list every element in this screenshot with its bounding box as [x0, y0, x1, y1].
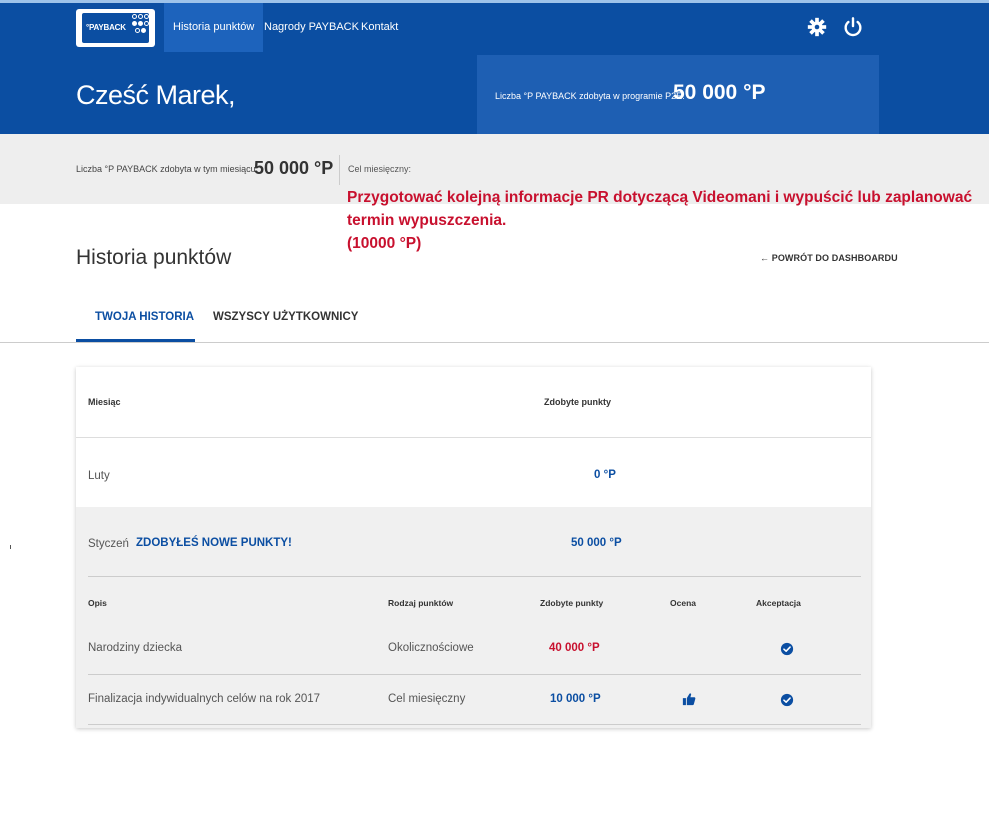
sub-row-divider: [88, 674, 861, 675]
sub-row-desc: Finalizacja indywidualnych celów na rok …: [88, 693, 321, 705]
table-row-points: 50 000 °P: [571, 537, 622, 549]
new-points-badge: ZDOBYŁEŚ NOWE PUNKTY!: [136, 537, 292, 549]
tab-twoja-historia[interactable]: TWOJA HISTORIA: [95, 311, 194, 323]
month-points-value: 50 000 °P: [254, 158, 334, 178]
table-row-points: 0 °P: [594, 469, 616, 481]
table-row-month: Luty: [88, 470, 110, 482]
p2e-label: Liczba °P PAYBACK zdobyta w programie P2…: [495, 91, 685, 101]
history-table: Miesiąc Zdobyte punkty Luty 0 °P Styczeń…: [76, 367, 871, 728]
sub-table-divider: [88, 576, 861, 577]
back-to-dashboard-link[interactable]: ← POWRÓT DO DASHBOARDU: [760, 253, 898, 263]
sub-header-accept: Akceptacja: [756, 598, 801, 608]
tabs-divider: [0, 342, 989, 343]
arrow-left-icon: ←: [760, 253, 770, 263]
greeting-text: Cześć Marek,: [76, 80, 236, 110]
sub-row-points: 10 000 °P: [550, 693, 601, 705]
page-title: Historia punktów: [76, 246, 232, 269]
sub-row-desc: Narodziny dziecka: [88, 642, 182, 654]
goal-text: Przygotować kolejną informacje PR dotycz…: [347, 186, 973, 255]
sub-header-desc: Opis: [88, 598, 107, 608]
sub-row-type: Cel miesięczny: [388, 693, 466, 705]
goal-line: Przygotować kolejną informacje PR dotycz…: [347, 189, 973, 206]
sub-row-points: 40 000 °P: [549, 642, 600, 654]
nav-item-kontakt[interactable]: Kontakt: [352, 3, 407, 52]
sub-row-type: Okolicznościowe: [388, 642, 474, 654]
check-circle-icon: [780, 693, 794, 707]
nav-item-historia[interactable]: Historia punktów: [164, 3, 264, 52]
tab-wszyscy-uzytkownicy[interactable]: WSZYSCY UŻYTKOWNICY: [213, 311, 358, 323]
edge-marker: [10, 545, 11, 549]
column-header-month: Miesiąc: [88, 397, 121, 407]
p2e-summary: Liczba °P PAYBACK zdobyta w programie P2…: [477, 55, 879, 134]
power-icon[interactable]: [842, 16, 864, 38]
sub-header-rating: Ocena: [670, 598, 696, 608]
thumbs-up-icon[interactable]: [682, 692, 696, 706]
check-circle-icon: [780, 642, 794, 656]
sub-header-type: Rodzaj punktów: [388, 598, 454, 608]
stats-divider: [339, 155, 340, 185]
sub-header-points: Zdobyte punkty: [540, 598, 604, 608]
goal-line: termin wypuszczenia.: [347, 212, 507, 229]
gear-icon[interactable]: [806, 16, 828, 38]
payback-logo[interactable]: °PAYBACK: [76, 9, 155, 47]
column-header-points: Zdobyte punkty: [544, 397, 611, 407]
p2e-value: 50 000 °P: [673, 81, 766, 104]
goal-points: (10000 °P): [347, 235, 422, 252]
goal-label: Cel miesięczny:: [348, 164, 412, 174]
logo-dots-icon: [132, 14, 150, 34]
back-link-label: POWRÓT DO DASHBOARDU: [771, 253, 898, 263]
row-divider: [76, 437, 871, 438]
month-points-label: Liczba °P PAYBACK zdobyta w tym miesiącu…: [76, 164, 259, 174]
sub-row-divider: [88, 724, 861, 725]
table-row-month: Styczeń: [88, 538, 129, 550]
